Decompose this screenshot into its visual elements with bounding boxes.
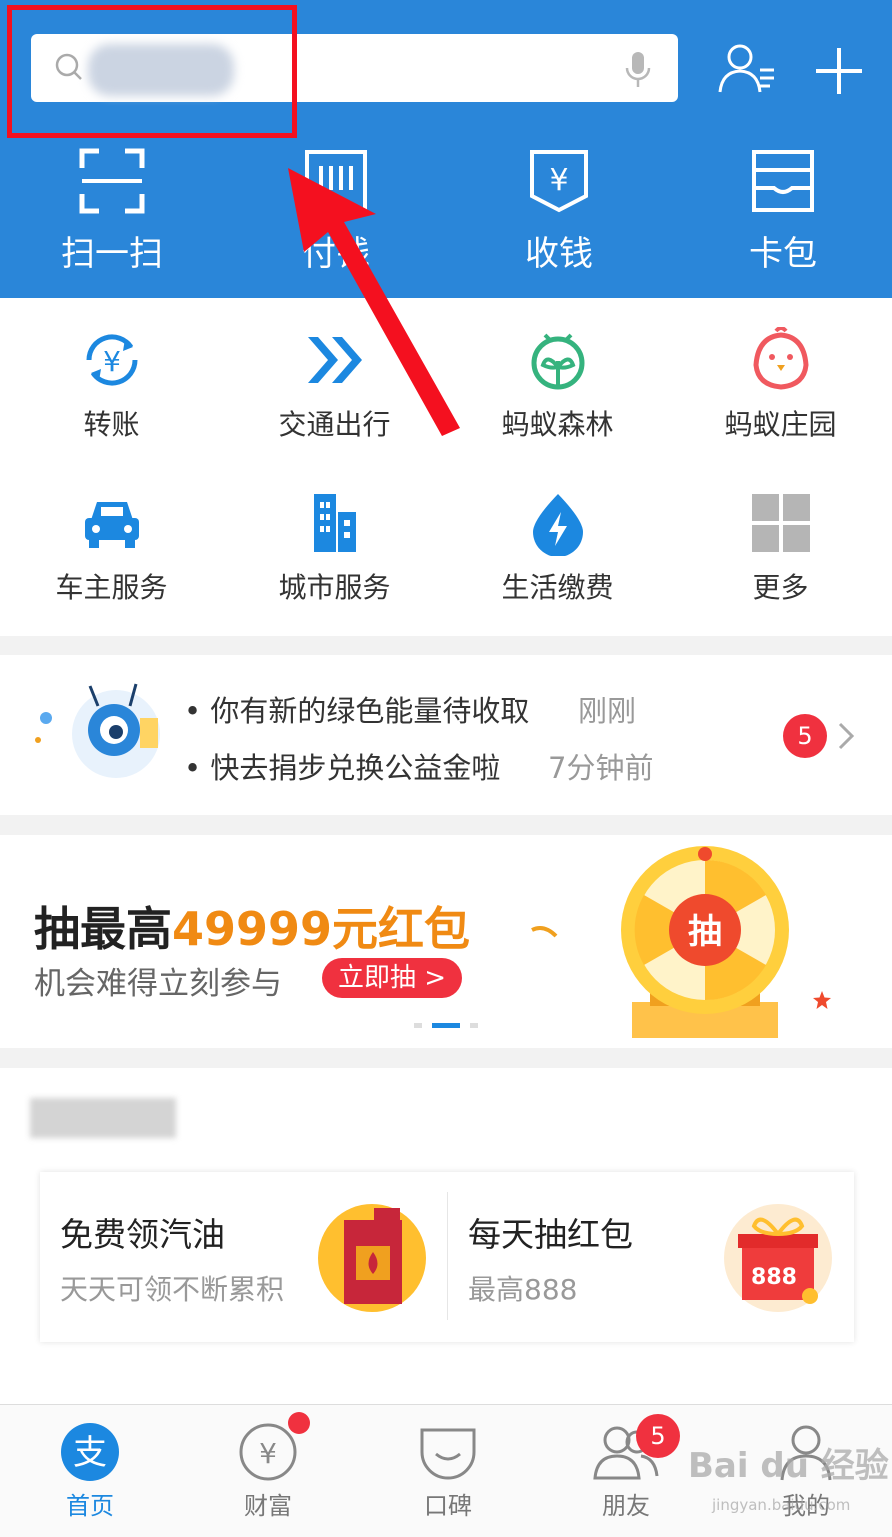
quick-receive-label: 收钱: [525, 234, 593, 274]
ant-mascot-icon: [35, 683, 160, 778]
scan-icon: [79, 148, 145, 214]
grid-utility-label: 生活缴费: [501, 571, 614, 604]
city-icon: [313, 494, 356, 552]
banner-subtitle: 机会难得立刻参与: [34, 966, 282, 1002]
notice-1-text: • 你有新的绿色能量待收取: [184, 694, 530, 728]
microphone-icon[interactable]: [622, 50, 654, 90]
recommend-redpacket-title: 每天抽红包: [468, 1215, 633, 1254]
tab-home[interactable]: 支 首页: [30, 1422, 150, 1521]
koubei-icon: [420, 1428, 476, 1480]
baidu-watermark-url: jingyan.baidu.com: [712, 1496, 851, 1514]
card-wallet-icon: [752, 150, 814, 212]
quick-receive[interactable]: ¥ 收钱: [469, 148, 649, 275]
grid-ant-forest-label: 蚂蚁森林: [501, 408, 614, 441]
banner-draw-button[interactable]: 立即抽 >: [322, 958, 463, 998]
banner-title: 抽最高49999元红包: [34, 893, 470, 959]
quick-card-wallet-label: 卡包: [749, 234, 817, 274]
svg-text:¥: ¥: [549, 163, 568, 198]
add-icon[interactable]: [812, 44, 866, 98]
blurred-section-title: [30, 1098, 176, 1138]
star-icon: [813, 991, 831, 1009]
ant-forest-icon: [531, 333, 584, 390]
quick-scan[interactable]: 扫一扫: [22, 148, 202, 275]
utility-icon: [532, 494, 583, 556]
grid-more[interactable]: 更多: [669, 490, 892, 606]
grid-city[interactable]: 城市服务: [223, 490, 446, 606]
tab-wealth[interactable]: ¥ 财富: [208, 1422, 328, 1521]
baidu-watermark: Bai du 经验: [688, 1446, 889, 1486]
grid-transfer[interactable]: ¥ 转账: [0, 327, 223, 443]
carousel-dot-3[interactable]: [470, 1023, 478, 1028]
grid-more-label: 更多: [752, 571, 809, 604]
grid-ant-forest[interactable]: 蚂蚁森林: [446, 327, 669, 443]
carousel-dot-1[interactable]: [414, 1023, 422, 1028]
notice-badge: 5: [783, 714, 827, 758]
svg-text:¥: ¥: [259, 1437, 277, 1470]
notice-1-time: 刚刚: [578, 694, 637, 728]
banner-title-prefix: 抽最高: [34, 902, 172, 956]
contacts-icon[interactable]: [716, 42, 778, 96]
grid-ant-farm[interactable]: 蚂蚁庄园: [669, 327, 892, 443]
grid-car-label: 车主服务: [55, 571, 168, 604]
wealth-icon: ¥: [239, 1423, 297, 1481]
carousel-dot-active[interactable]: [432, 1023, 460, 1028]
grid-ant-farm-label: 蚂蚁庄园: [724, 408, 837, 441]
tab-home-label: 首页: [66, 1492, 114, 1520]
friends-badge: 5: [636, 1414, 680, 1458]
gift-box-text: 888: [751, 1265, 797, 1290]
receive-money-icon: ¥: [530, 150, 588, 213]
lucky-wheel-icon: 抽: [621, 846, 789, 1038]
notice-2-text-value: 快去捐步兑换公益金啦: [210, 751, 501, 785]
grid-utility[interactable]: 生活缴费: [446, 490, 669, 606]
ant-farm-icon: [752, 327, 809, 390]
recommend-redpacket-subtitle: 最高888: [468, 1273, 578, 1306]
tab-koubei[interactable]: 口碑: [388, 1422, 508, 1521]
grid-car[interactable]: 车主服务: [0, 490, 223, 606]
tab-koubei-label: 口碑: [424, 1492, 472, 1520]
recommend-item-redpacket[interactable]: 每天抽红包 最高888: [468, 1208, 718, 1318]
chevron-right-icon[interactable]: [836, 720, 856, 752]
more-grid-icon: [751, 494, 810, 552]
wheel-center-text: 抽: [688, 912, 722, 952]
home-alipay-icon: 支: [61, 1423, 119, 1481]
transfer-icon: ¥: [85, 334, 138, 386]
gift-box-icon: 888: [724, 1204, 832, 1312]
confetti-icon: [531, 926, 558, 938]
quick-card-wallet[interactable]: 卡包: [693, 148, 873, 275]
svg-text:¥: ¥: [103, 345, 121, 378]
notice-2-text: • 快去捐步兑换公益金啦: [184, 751, 501, 785]
grid-city-label: 城市服务: [278, 571, 391, 604]
tab-wealth-label: 财富: [244, 1492, 292, 1520]
tab-friends-label: 朋友: [602, 1492, 650, 1520]
annotation-highlight-box: [7, 5, 297, 138]
notice-1-text-value: 你有新的绿色能量待收取: [210, 694, 530, 728]
gas-can-icon: [318, 1204, 426, 1312]
grid-transfer-label: 转账: [83, 408, 140, 441]
svg-text:支: 支: [73, 1433, 107, 1473]
quick-scan-label: 扫一扫: [61, 234, 163, 274]
notice-2-time: 7分钟前: [548, 751, 654, 785]
wealth-red-dot: [288, 1412, 310, 1434]
recommend-divider: [447, 1192, 448, 1320]
annotation-arrow-icon: [288, 168, 460, 436]
banner-title-highlight: 49999元红包: [172, 902, 471, 956]
car-icon: [84, 502, 139, 548]
